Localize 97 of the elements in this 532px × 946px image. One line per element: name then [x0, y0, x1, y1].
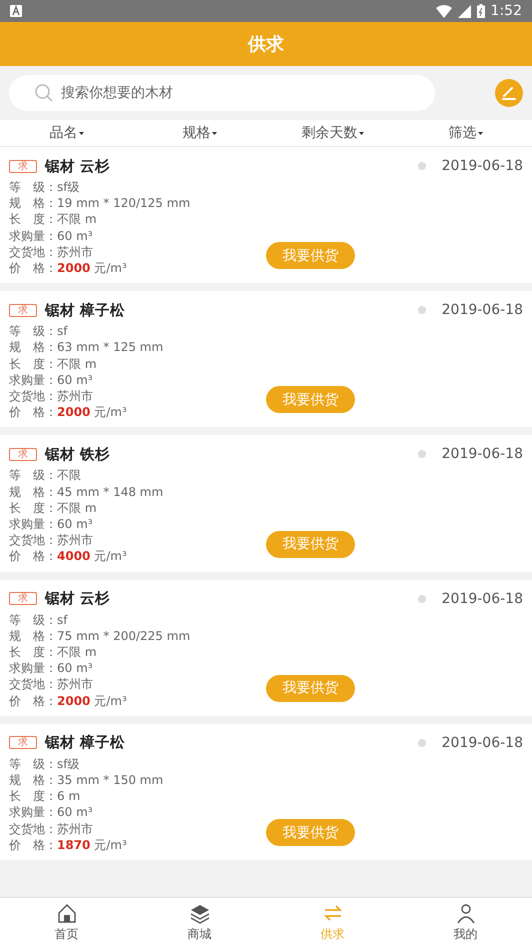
- caret-icon: [78, 132, 84, 134]
- listing-title: 锯材 铁杉: [45, 446, 110, 464]
- field-value: ：60 m³: [45, 516, 93, 532]
- field-label: 价 格: [9, 260, 45, 276]
- field-label: 价 格: [9, 404, 45, 420]
- field-label: 长 度: [9, 500, 45, 516]
- field-value: ：60 m³: [45, 660, 93, 676]
- field-label: 规 格: [9, 484, 45, 500]
- field-value: ：19 mm * 120/125 mm: [45, 195, 190, 212]
- field-label: 长 度: [9, 211, 45, 228]
- field-value: ：不限 m: [45, 356, 97, 372]
- person-icon: [454, 902, 476, 924]
- field-label: 规 格: [9, 772, 45, 788]
- tab-item[interactable]: 我的: [399, 898, 532, 946]
- wifi-icon: [436, 4, 452, 18]
- demand-tag: 求: [9, 736, 37, 750]
- search-field[interactable]: 搜索你想要的木材: [9, 75, 435, 111]
- listing-title: 锯材 樟子松: [45, 733, 126, 752]
- field-value: ：不限 m: [45, 644, 97, 660]
- caret-icon: [478, 132, 482, 134]
- field-label: 等 级: [9, 179, 45, 196]
- field-value: ：75 mm * 200/225 mm: [45, 628, 190, 644]
- field-label: 交货地: [9, 244, 45, 260]
- field-label: 求购量: [9, 372, 45, 388]
- signal-icon: [458, 4, 471, 18]
- listing-title: 锯材 云杉: [45, 158, 110, 176]
- status-time: 1:52: [490, 3, 522, 19]
- field-label: 交货地: [9, 532, 45, 548]
- listing-title: 锯材 云杉: [45, 590, 110, 608]
- field-value: ：sf级: [45, 179, 80, 196]
- field-label: 价 格: [9, 692, 45, 709]
- listing-date: 2019-06-18: [442, 734, 523, 751]
- field-label: 价 格: [9, 548, 45, 565]
- listing-date: 2019-06-18: [442, 590, 523, 607]
- demand-tag: 求: [9, 448, 37, 461]
- search-icon: [35, 84, 53, 102]
- edit-button[interactable]: [495, 79, 523, 107]
- tab-item[interactable]: 商城: [133, 898, 266, 946]
- field-value: ：63 mm * 125 mm: [45, 339, 164, 356]
- listing-date: 2019-06-18: [442, 158, 523, 174]
- field-label: 规 格: [9, 195, 45, 212]
- field-value: ：苏州市: [45, 244, 93, 260]
- field-label: 求购量: [9, 660, 45, 676]
- field-value: ：60 m³: [45, 372, 93, 388]
- price-value: ：2000 元/m³: [45, 692, 127, 709]
- demand-tag: 求: [9, 304, 37, 317]
- price-value: ：1870 元/m³: [45, 836, 127, 854]
- page-title: 供求: [248, 33, 284, 56]
- field-value: ：不限: [45, 467, 81, 484]
- field-label: 规 格: [9, 628, 45, 644]
- field-value: ：苏州市: [45, 676, 93, 693]
- field-label: 长 度: [9, 788, 45, 804]
- field-label: 求购量: [9, 228, 45, 244]
- field-value: ：sf: [45, 612, 68, 628]
- filter-dropdown[interactable]: 剩余天数: [302, 124, 364, 142]
- field-label: 交货地: [9, 388, 45, 404]
- listing-title: 锯材 樟子松: [45, 301, 126, 320]
- field-label: 长 度: [9, 356, 45, 372]
- field-value: ：45 mm * 148 mm: [45, 484, 164, 500]
- notification-icon: [10, 5, 22, 17]
- field-label: 长 度: [9, 644, 45, 660]
- tab-item[interactable]: 首页: [0, 898, 133, 946]
- field-label: 等 级: [9, 323, 45, 340]
- field-label: 交货地: [9, 820, 45, 837]
- field-value: ：6 m: [45, 788, 80, 804]
- field-label: 交货地: [9, 676, 45, 693]
- home-icon: [56, 902, 78, 924]
- field-value: ：不限 m: [45, 211, 97, 228]
- price-value: ：2000 元/m³: [45, 260, 127, 276]
- demand-tag: 求: [9, 160, 37, 172]
- field-label: 规 格: [9, 339, 45, 356]
- field-value: ：sf: [45, 323, 68, 340]
- field-label: 求购量: [9, 516, 45, 532]
- field-value: ：不限 m: [45, 500, 97, 516]
- field-value: ：sf级: [45, 756, 80, 772]
- price-value: ：4000 元/m³: [45, 548, 127, 565]
- price-value: ：2000 元/m³: [45, 404, 127, 420]
- filter-dropdown[interactable]: 品名: [50, 124, 84, 142]
- listing-date: 2019-06-18: [442, 446, 523, 462]
- caret-icon: [358, 132, 364, 134]
- field-label: 求购量: [9, 804, 45, 821]
- filter-dropdown[interactable]: 筛选: [448, 124, 482, 142]
- field-value: ：苏州市: [45, 532, 93, 548]
- field-value: ：35 mm * 150 mm: [45, 772, 164, 788]
- caret-icon: [212, 132, 216, 134]
- field-label: 价 格: [9, 836, 45, 854]
- battery-icon: [476, 4, 485, 18]
- filter-dropdown[interactable]: 规格: [182, 124, 216, 142]
- field-value: ：60 m³: [45, 228, 93, 244]
- field-label: 等 级: [9, 467, 45, 484]
- field-value: ：60 m³: [45, 804, 93, 821]
- field-label: 等 级: [9, 612, 45, 628]
- field-value: ：苏州市: [45, 820, 93, 837]
- field-label: 等 级: [9, 756, 45, 772]
- listing-date: 2019-06-18: [442, 302, 523, 318]
- field-value: ：苏州市: [45, 388, 93, 404]
- demand-tag: 求: [9, 592, 37, 606]
